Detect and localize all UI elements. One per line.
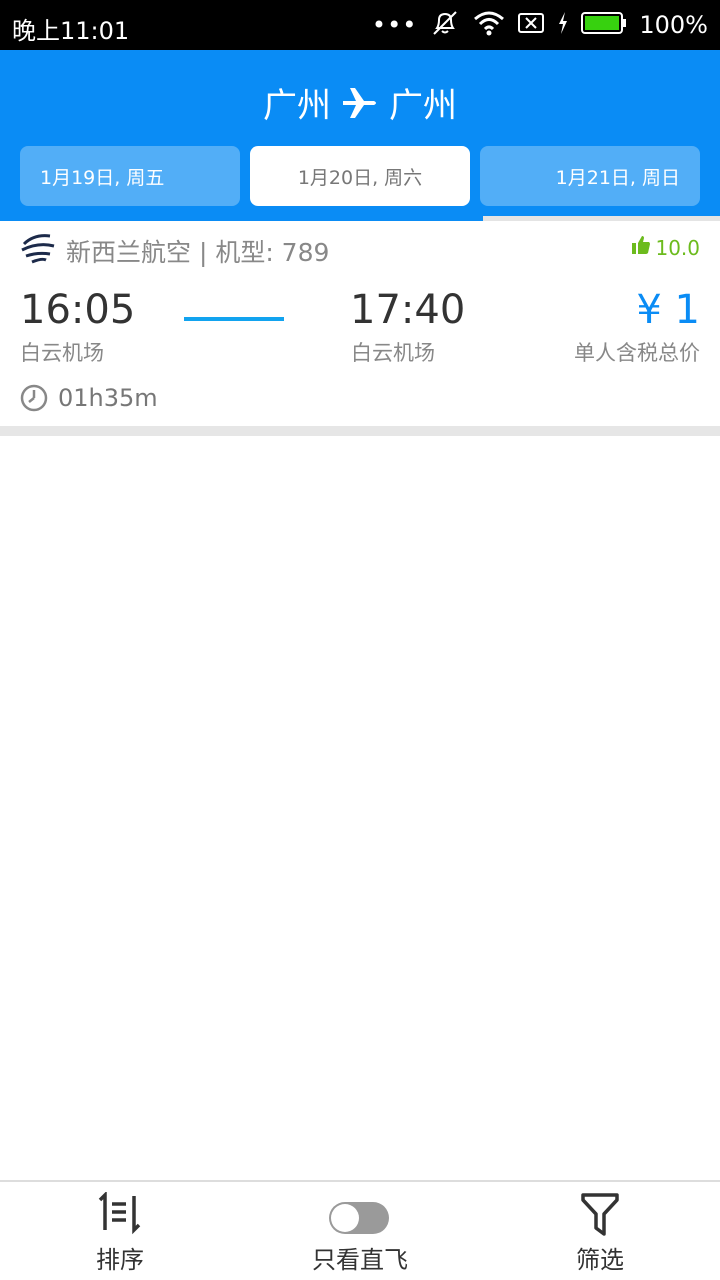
status-dots: ••• [371, 11, 418, 39]
direct-flight-label: 只看直飞 [312, 1246, 408, 1274]
arrival-time: 17:40 [350, 287, 466, 333]
battery-icon [581, 11, 627, 39]
departure-airport: 白云机场 [20, 341, 104, 365]
status-time: 晚上11:01 [12, 17, 130, 45]
sort-icon [97, 1190, 143, 1240]
price: ¥ 1 [636, 287, 700, 333]
card-divider [0, 426, 720, 436]
date-tab-prev[interactable]: 1月19日, 周五 [20, 146, 240, 206]
status-bar: 晚上11:01 ••• 100% [0, 0, 720, 50]
date-tab-next[interactable]: 1月21日, 周日 [480, 146, 700, 206]
filter-label: 筛选 [576, 1246, 624, 1274]
filter-funnel-icon [580, 1192, 620, 1242]
destination-city: 广州 [389, 86, 457, 126]
airline-logo-icon [20, 230, 56, 266]
airplane-icon [341, 86, 379, 120]
rating-value: 10.0 [655, 235, 700, 260]
bottom-toolbar: 排序 只看直飞 筛选 [0, 1180, 720, 1280]
mute-icon [429, 8, 461, 42]
status-icons: ••• 100% [372, 9, 708, 41]
date-tab-current[interactable]: 1月20日, 周六 [250, 146, 470, 206]
sort-label: 排序 [96, 1246, 144, 1274]
clock-icon [20, 384, 48, 412]
arrival-airport: 白云机场 [351, 341, 435, 365]
charging-icon [557, 11, 569, 39]
toggle-switch[interactable] [329, 1202, 389, 1234]
filter-button[interactable]: 筛选 [480, 1182, 720, 1280]
wifi-icon [473, 9, 505, 41]
no-sim-icon [517, 11, 545, 39]
sort-button[interactable]: 排序 [0, 1182, 240, 1280]
thumbs-up-icon [631, 235, 651, 260]
battery-percent: 100% [639, 11, 708, 39]
direct-flight-toggle[interactable]: 只看直飞 [240, 1182, 480, 1280]
airline-info: 新西兰航空 | 机型: 789 [66, 238, 330, 267]
flight-card[interactable]: 新西兰航空 | 机型: 789 10.0 16:05 17:40 ¥ 1 白云机… [0, 221, 720, 426]
route-title: 广州 广州 [0, 78, 720, 127]
origin-city: 广州 [263, 86, 331, 126]
flight-route-line [184, 317, 284, 321]
header: 广州 广州 1月19日, 周五 1月20日, 周六 1月21日, 周日 [0, 50, 720, 218]
price-label: 单人含税总价 [574, 341, 700, 365]
rating: 10.0 [631, 235, 700, 260]
flight-duration: 01h35m [58, 384, 158, 412]
toggle-knob [331, 1204, 359, 1232]
departure-time: 16:05 [20, 287, 136, 333]
